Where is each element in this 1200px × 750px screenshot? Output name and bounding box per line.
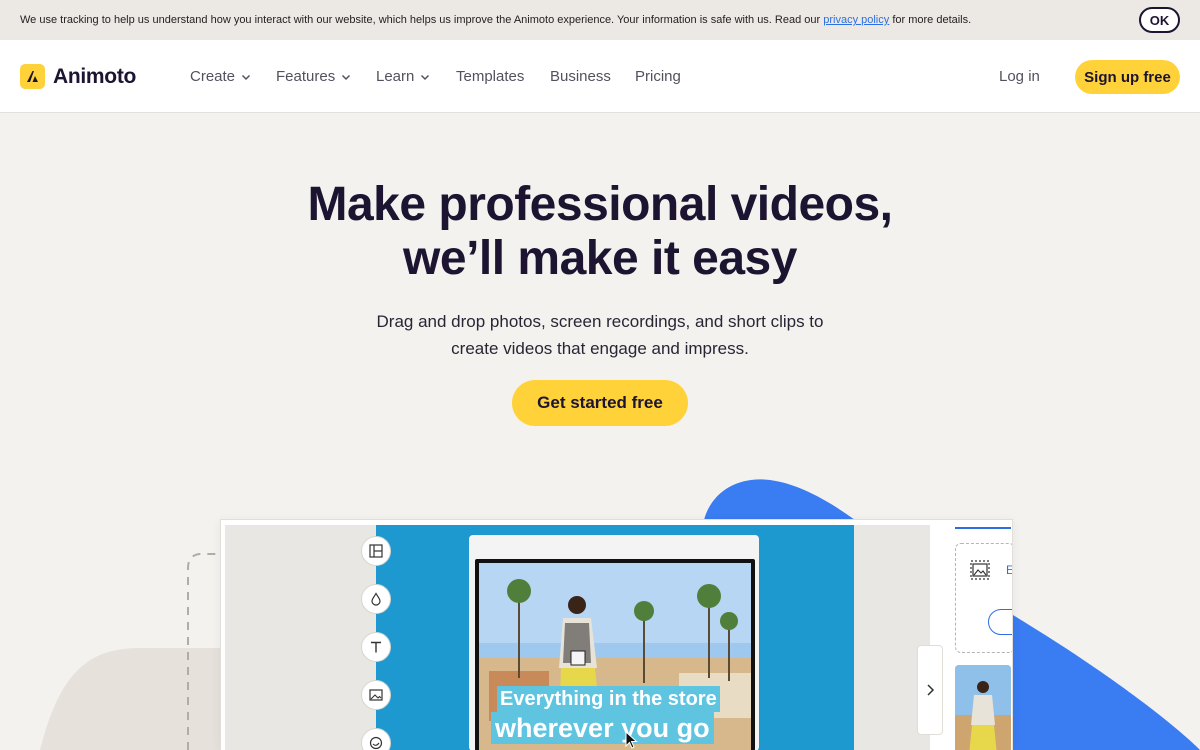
get-started-button[interactable]: Get started free [512,380,688,426]
panel-toggle-handle[interactable] [917,645,943,735]
hero-subtitle: Drag and drop photos, screen recordings,… [0,308,1200,362]
upload-label: E [1006,563,1012,577]
nav-templates[interactable]: Templates [456,68,524,85]
nav-features[interactable]: Features [276,68,351,85]
hero-subtitle-line-1: Drag and drop photos, screen recordings,… [376,312,824,331]
thumbnail-image [955,665,1011,750]
chevron-down-icon [421,74,430,80]
cookie-ok-button[interactable]: OK [1139,7,1180,33]
sticker-icon[interactable] [361,728,391,750]
nav-features-label: Features [276,68,336,85]
image-icon[interactable] [361,680,391,710]
brand-logo[interactable]: Animoto [20,64,136,89]
privacy-policy-link[interactable]: privacy policy [823,14,889,26]
mouse-cursor-icon [625,731,638,749]
layout-icon[interactable] [361,536,391,566]
hero-title-line-2: we’ll make it easy [403,232,797,285]
login-link[interactable]: Log in [999,68,1040,85]
cookie-text: We use tracking to help us understand ho… [20,14,972,26]
hero-subtitle-line-2: create videos that engage and impress. [451,339,749,358]
nav-learn-label: Learn [376,68,415,85]
nav-business[interactable]: Business [550,68,611,85]
blue-blob-top-shape [704,479,855,520]
nav-create-label: Create [190,68,236,85]
media-tab-indicator [955,527,1011,529]
brand-name: Animoto [53,64,137,88]
caption-line-1[interactable]: Everything in the store [497,686,720,712]
chevron-down-icon [242,74,251,80]
chevron-down-icon [342,74,351,80]
hero-title-line-1: Make professional videos, [307,178,893,231]
upload-image-icon [970,560,990,580]
cookie-banner: We use tracking to help us understand ho… [0,0,1200,40]
caption-line-2[interactable]: wherever you go [491,712,714,744]
signup-button[interactable]: Sign up free [1075,60,1180,94]
chevron-right-icon [927,684,935,696]
main-nav: Animoto Create Features Learn Templates … [0,40,1200,113]
blue-blob-right-shape [1013,615,1200,750]
upload-button[interactable] [988,609,1012,635]
beige-blob-shape [40,648,230,750]
nav-create[interactable]: Create [190,68,251,85]
nav-pricing[interactable]: Pricing [635,68,681,85]
nav-learn[interactable]: Learn [376,68,430,85]
text-icon[interactable] [361,632,391,662]
color-drop-icon[interactable] [361,584,391,614]
hero-title: Make professional videos, we’ll make it … [0,178,1200,286]
nav-pricing-label: Pricing [635,68,681,85]
upload-dropzone[interactable]: E [955,543,1012,653]
nav-templates-label: Templates [456,68,525,85]
media-thumbnail[interactable] [955,665,1011,750]
animoto-logo-icon [20,64,45,89]
nav-business-label: Business [550,68,611,85]
editor-preview: Everything in the store wherever you go … [220,519,1013,750]
